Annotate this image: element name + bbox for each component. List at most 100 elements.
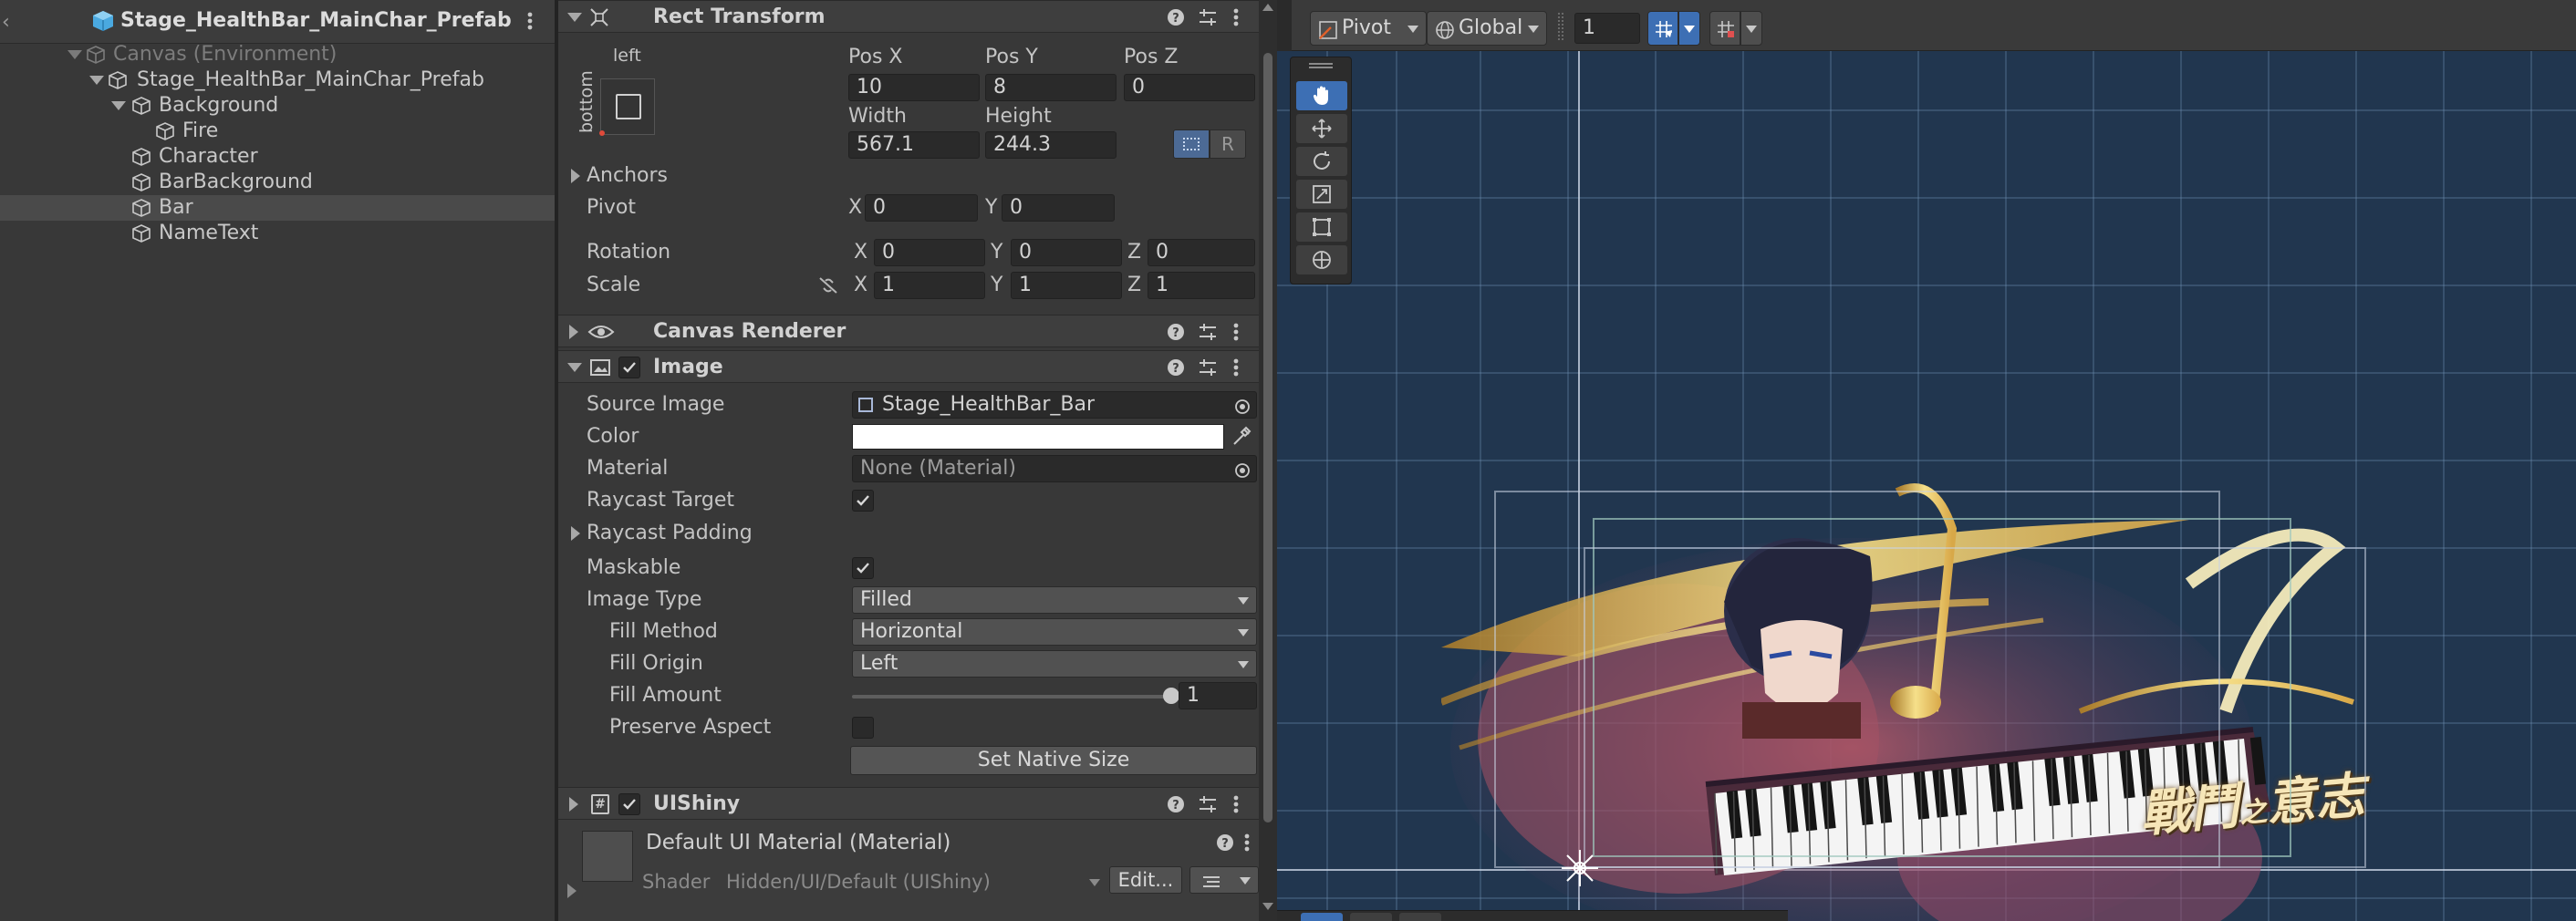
- foldout-arrow-icon[interactable]: [567, 884, 576, 898]
- increment-snap-button[interactable]: [1709, 11, 1740, 46]
- source-image-field[interactable]: Stage_HealthBar_Bar: [852, 391, 1257, 419]
- overlay-grip-icon[interactable]: [1309, 63, 1333, 68]
- presets-icon[interactable]: [1197, 322, 1219, 346]
- scale-y-label: Y: [991, 274, 1003, 296]
- rect-tool-button[interactable]: [1296, 212, 1347, 242]
- foldout-arrow-icon[interactable]: [569, 797, 578, 812]
- object-picker-icon[interactable]: [1234, 397, 1251, 418]
- presets-icon[interactable]: [1197, 7, 1219, 31]
- scale-z-field[interactable]: 1: [1148, 272, 1255, 299]
- increment-snap-dropdown[interactable]: [1740, 11, 1762, 46]
- rotation-z-field[interactable]: 0: [1148, 239, 1255, 266]
- rotation-x-field[interactable]: 0: [874, 239, 985, 266]
- image-type-dropdown[interactable]: Filled: [852, 586, 1257, 614]
- foldout-arrow-icon[interactable]: [571, 526, 580, 541]
- shader-dropdown[interactable]: Hidden/UI/Default (UIShiny): [721, 869, 1107, 895]
- grid-size-field[interactable]: 1: [1574, 13, 1640, 44]
- maskable-checkbox[interactable]: [852, 557, 874, 579]
- pivot-y-field[interactable]: 0: [1002, 194, 1115, 222]
- scale-x-field[interactable]: 1: [874, 272, 985, 299]
- transform-tool-button[interactable]: [1296, 245, 1347, 274]
- grid-snap-dropdown[interactable]: [1678, 11, 1700, 46]
- foldout-arrow-icon[interactable]: [567, 13, 582, 22]
- raycast-target-checkbox[interactable]: [852, 490, 874, 512]
- globe-icon: [1435, 18, 1455, 51]
- rotation-y-field[interactable]: 0: [1011, 239, 1122, 266]
- width-field[interactable]: 567.1: [848, 131, 980, 159]
- scene-view[interactable]: 戰鬥之意志 Pivot Global 1: [1277, 0, 2576, 921]
- pos-x-field[interactable]: 10: [848, 74, 980, 101]
- foldout-arrow-icon[interactable]: [571, 169, 580, 183]
- help-icon[interactable]: ?: [1166, 322, 1186, 346]
- hierarchy-item-prefab-root[interactable]: Stage_HealthBar_MainChar_Prefab: [0, 67, 555, 93]
- color-swatch[interactable]: [852, 424, 1224, 450]
- edit-shader-button[interactable]: Edit...: [1109, 866, 1182, 894]
- global-toggle[interactable]: Global: [1427, 11, 1547, 46]
- kebab-menu-icon[interactable]: [1233, 792, 1239, 820]
- foldout-arrow-icon[interactable]: [569, 325, 578, 339]
- hierarchy-item-nametext[interactable]: NameText: [0, 221, 555, 246]
- pos-z-field[interactable]: 0: [1124, 74, 1255, 101]
- overlay-button[interactable]: [1301, 913, 1343, 921]
- inspector-scrollbar[interactable]: [1259, 0, 1277, 921]
- help-icon[interactable]: ?: [1215, 833, 1235, 856]
- raw-edit-button[interactable]: R: [1210, 129, 1246, 159]
- anchors-label[interactable]: Anchors: [587, 162, 668, 190]
- material-field[interactable]: None (Material): [852, 455, 1257, 482]
- kebab-menu-icon[interactable]: [1233, 320, 1239, 347]
- overlay-button[interactable]: [1399, 913, 1441, 921]
- fill-origin-dropdown[interactable]: Left: [852, 650, 1257, 678]
- pos-y-field[interactable]: 8: [985, 74, 1117, 101]
- scroll-up-icon[interactable]: [1262, 4, 1273, 11]
- hierarchy-item-character[interactable]: Character: [0, 144, 555, 170]
- presets-icon[interactable]: [1197, 357, 1219, 381]
- help-icon[interactable]: ?: [1166, 357, 1186, 381]
- kebab-menu-icon[interactable]: [1233, 356, 1239, 383]
- raycast-padding-label[interactable]: Raycast Padding: [587, 520, 753, 547]
- hierarchy-item-background[interactable]: Background: [0, 93, 555, 119]
- help-icon[interactable]: ?: [1166, 7, 1186, 31]
- hierarchy-item-canvas[interactable]: Canvas (Environment): [0, 42, 555, 67]
- anchor-preset-button[interactable]: [599, 78, 655, 136]
- uishiny-enabled-checkbox[interactable]: [618, 793, 640, 815]
- pivot-handle-icon[interactable]: [1560, 848, 1600, 892]
- object-picker-icon[interactable]: [1234, 460, 1251, 481]
- blueprint-mode-button[interactable]: [1173, 129, 1210, 159]
- rotate-tool-button[interactable]: [1296, 147, 1347, 176]
- set-native-size-button[interactable]: Set Native Size: [850, 746, 1257, 775]
- fill-amount-field[interactable]: 1: [1179, 682, 1257, 709]
- scale-tool-button[interactable]: [1296, 180, 1347, 209]
- preserve-aspect-checkbox[interactable]: [852, 717, 874, 739]
- hierarchy-item-barbackground[interactable]: BarBackground: [0, 170, 555, 195]
- hierarchy-item-fire[interactable]: Fire: [0, 119, 555, 144]
- foldout-arrow-icon[interactable]: [68, 50, 82, 59]
- bottom-overlay-toolbar[interactable]: [1277, 910, 1788, 921]
- foldout-arrow-icon[interactable]: [567, 363, 582, 372]
- image-enabled-checkbox[interactable]: [618, 357, 640, 378]
- scroll-down-icon[interactable]: [1262, 903, 1273, 910]
- foldout-arrow-icon[interactable]: [111, 101, 126, 110]
- constrain-proportions-icon[interactable]: [817, 275, 839, 299]
- kebab-menu-icon[interactable]: [1233, 5, 1239, 33]
- hand-tool-button[interactable]: [1296, 81, 1347, 110]
- pivot-x-field[interactable]: 0: [865, 194, 978, 222]
- help-icon[interactable]: ?: [1166, 794, 1186, 818]
- back-arrow-icon[interactable]: ‹: [2, 11, 10, 34]
- more-menu-icon[interactable]: [527, 9, 533, 33]
- fill-amount-slider-handle[interactable]: [1163, 688, 1179, 704]
- eyedropper-icon[interactable]: [1231, 425, 1252, 450]
- grid-snap-button[interactable]: [1647, 11, 1678, 46]
- overlay-button[interactable]: [1350, 913, 1392, 921]
- kebab-menu-icon[interactable]: [1244, 831, 1250, 858]
- foldout-arrow-icon[interactable]: [89, 76, 104, 85]
- pivot-toggle[interactable]: Pivot: [1310, 11, 1427, 46]
- scale-y-field[interactable]: 1: [1011, 272, 1122, 299]
- height-field[interactable]: 244.3: [985, 131, 1117, 159]
- shader-options-button[interactable]: [1189, 866, 1259, 894]
- scrollbar-thumb[interactable]: [1263, 53, 1272, 823]
- hierarchy-item-bar[interactable]: Bar: [0, 195, 555, 221]
- move-tool-button[interactable]: [1296, 114, 1347, 143]
- presets-icon[interactable]: [1197, 794, 1219, 818]
- fill-method-dropdown[interactable]: Horizontal: [852, 618, 1257, 646]
- fill-amount-slider-track[interactable]: [852, 695, 1171, 699]
